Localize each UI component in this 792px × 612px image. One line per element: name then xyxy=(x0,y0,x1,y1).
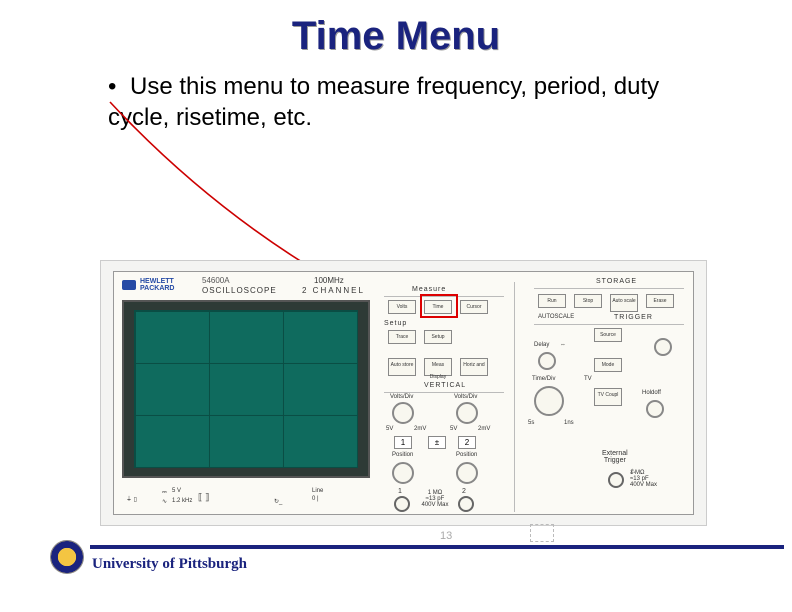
university-name: University of Pittsburgh xyxy=(92,556,247,573)
panel-divider-v xyxy=(514,282,515,512)
holdoff-label: Holdoff xyxy=(642,390,661,396)
warning-icon: ⚠ xyxy=(630,468,635,475)
run-button[interactable]: Run xyxy=(538,294,566,308)
hp-logo-icon xyxy=(122,280,136,290)
ch2-5v-label: 5V xyxy=(450,426,457,432)
source-button[interactable]: Source xyxy=(594,328,622,342)
trigger-divider xyxy=(534,324,684,325)
crt-grid xyxy=(135,311,357,467)
model-number: 54600A xyxy=(202,276,230,285)
oscilloscope-figure: HEWLETT PACKARD 54600A OSCILLOSCOPE 100M… xyxy=(100,260,707,526)
ch2-bnc-label: 2 xyxy=(462,488,466,495)
line-status: 0 | xyxy=(312,496,319,502)
level-knob[interactable] xyxy=(654,338,672,356)
mode-button[interactable]: Mode xyxy=(594,358,622,372)
ch2-2mv-label: 2mV xyxy=(478,426,490,432)
brand-line1: HEWLETT xyxy=(140,278,174,285)
measure-divider xyxy=(384,296,504,297)
meas-display-button[interactable]: Meas Display xyxy=(424,358,452,376)
position-label-2: Position xyxy=(456,452,477,458)
ext-impedance-label: 1 MΩ ≈13 pF 400V Max xyxy=(630,470,680,488)
bullet-icon: • xyxy=(108,71,130,102)
slide-number: 13 xyxy=(440,530,452,542)
vertical-divider xyxy=(384,392,504,393)
probe-ac-icon: ∿ xyxy=(162,498,167,505)
placeholder-box xyxy=(530,524,554,542)
ground-icon: ⏚ ▯ xyxy=(126,494,137,503)
ch1-2mv-label: 2mV xyxy=(414,426,426,432)
ch2-position-knob[interactable] xyxy=(456,462,478,484)
channels-label: 2 CHANNEL xyxy=(302,286,365,295)
setup-section-label: Setup xyxy=(384,320,407,327)
setup-button[interactable]: Setup xyxy=(424,330,452,344)
volts-button[interactable]: Volts xyxy=(388,300,416,314)
ch2-volts-knob[interactable] xyxy=(456,402,478,424)
trace-button[interactable]: Trace xyxy=(388,330,416,344)
position-label-1: Position xyxy=(392,452,413,458)
ch1-position-knob[interactable] xyxy=(392,462,414,484)
brand-line2: PACKARD xyxy=(140,285,174,292)
delay-arrows-icon: ⇔ xyxy=(560,342,566,348)
ch2-bnc[interactable] xyxy=(458,496,474,512)
brand-block: HEWLETT PACKARD xyxy=(122,278,174,292)
ch1-number-box[interactable]: 1 xyxy=(394,436,412,449)
bullet-text: •Use this menu to measure frequency, per… xyxy=(0,59,680,133)
plus-minus-box[interactable]: ± xyxy=(428,436,446,449)
university-seal-icon xyxy=(50,540,84,574)
ch-impedance-label: 1 MΩ ≈13 pF 400V Max xyxy=(414,490,456,508)
oscilloscope-label: OSCILLOSCOPE xyxy=(202,286,277,295)
ch1-volts-knob[interactable] xyxy=(392,402,414,424)
external-trigger-label: External Trigger xyxy=(602,450,628,464)
stop-button[interactable]: Stop xyxy=(574,294,602,308)
time-1ns-label: 1ns xyxy=(564,420,574,426)
delay-label: Delay xyxy=(534,342,549,348)
horiz-button[interactable]: Horiz and xyxy=(460,358,488,376)
line-label: Line xyxy=(312,488,323,494)
autostore-button[interactable]: Auto store xyxy=(388,358,416,376)
crt-screen xyxy=(134,310,358,468)
probe-hz-label: 1.2 kHz xyxy=(172,498,192,504)
storage-section-label: STORAGE xyxy=(596,278,637,285)
holdoff-knob[interactable] xyxy=(646,400,664,418)
erase-button[interactable]: Erase xyxy=(646,294,674,308)
storage-divider xyxy=(534,288,684,289)
measure-section-label: Measure xyxy=(412,286,446,293)
delay-knob[interactable] xyxy=(538,352,556,370)
probe-dc-icon: ⎓ xyxy=(162,490,167,497)
ch1-bnc[interactable] xyxy=(394,496,410,512)
footer-rule xyxy=(90,545,784,549)
probe-bracket-icon: ⟦ ⟧ xyxy=(198,492,209,503)
slide-title: Time Menu xyxy=(0,0,792,59)
time-button[interactable]: Time xyxy=(424,300,452,314)
time-5s-label: 5s xyxy=(528,420,534,426)
vertical-section-label: VERTICAL xyxy=(424,382,466,389)
timediv-knob[interactable] xyxy=(534,386,564,416)
voltsdiv-label-1: Volts/Div xyxy=(390,394,413,400)
autoscale-tag: AUTOSCALE xyxy=(538,314,574,320)
tv-couple-button[interactable]: TV Coupl xyxy=(594,388,622,406)
cursor-button[interactable]: Cursor xyxy=(460,300,488,314)
oscilloscope-panel: HEWLETT PACKARD 54600A OSCILLOSCOPE 100M… xyxy=(113,271,694,515)
tv-label: TV xyxy=(584,376,592,382)
ch1-bnc-label: 1 xyxy=(398,488,402,495)
probe-loop-icon: ↻_ xyxy=(274,498,282,505)
autoscale-button[interactable]: Auto scale xyxy=(610,294,638,312)
ext-trigger-bnc[interactable] xyxy=(608,472,624,488)
bandwidth-label: 100MHz xyxy=(314,276,344,285)
trigger-section-label: TRIGGER xyxy=(614,314,653,321)
bullet-content: Use this menu to measure frequency, peri… xyxy=(108,73,659,131)
ch1-5v-label: 5V xyxy=(386,426,393,432)
probe-5v-label: 5 V xyxy=(172,488,181,494)
voltsdiv-label-2: Volts/Div xyxy=(454,394,477,400)
ch2-number-box[interactable]: 2 xyxy=(458,436,476,449)
timediv-label: Time/Div xyxy=(532,376,555,382)
crt-bezel xyxy=(122,300,370,478)
